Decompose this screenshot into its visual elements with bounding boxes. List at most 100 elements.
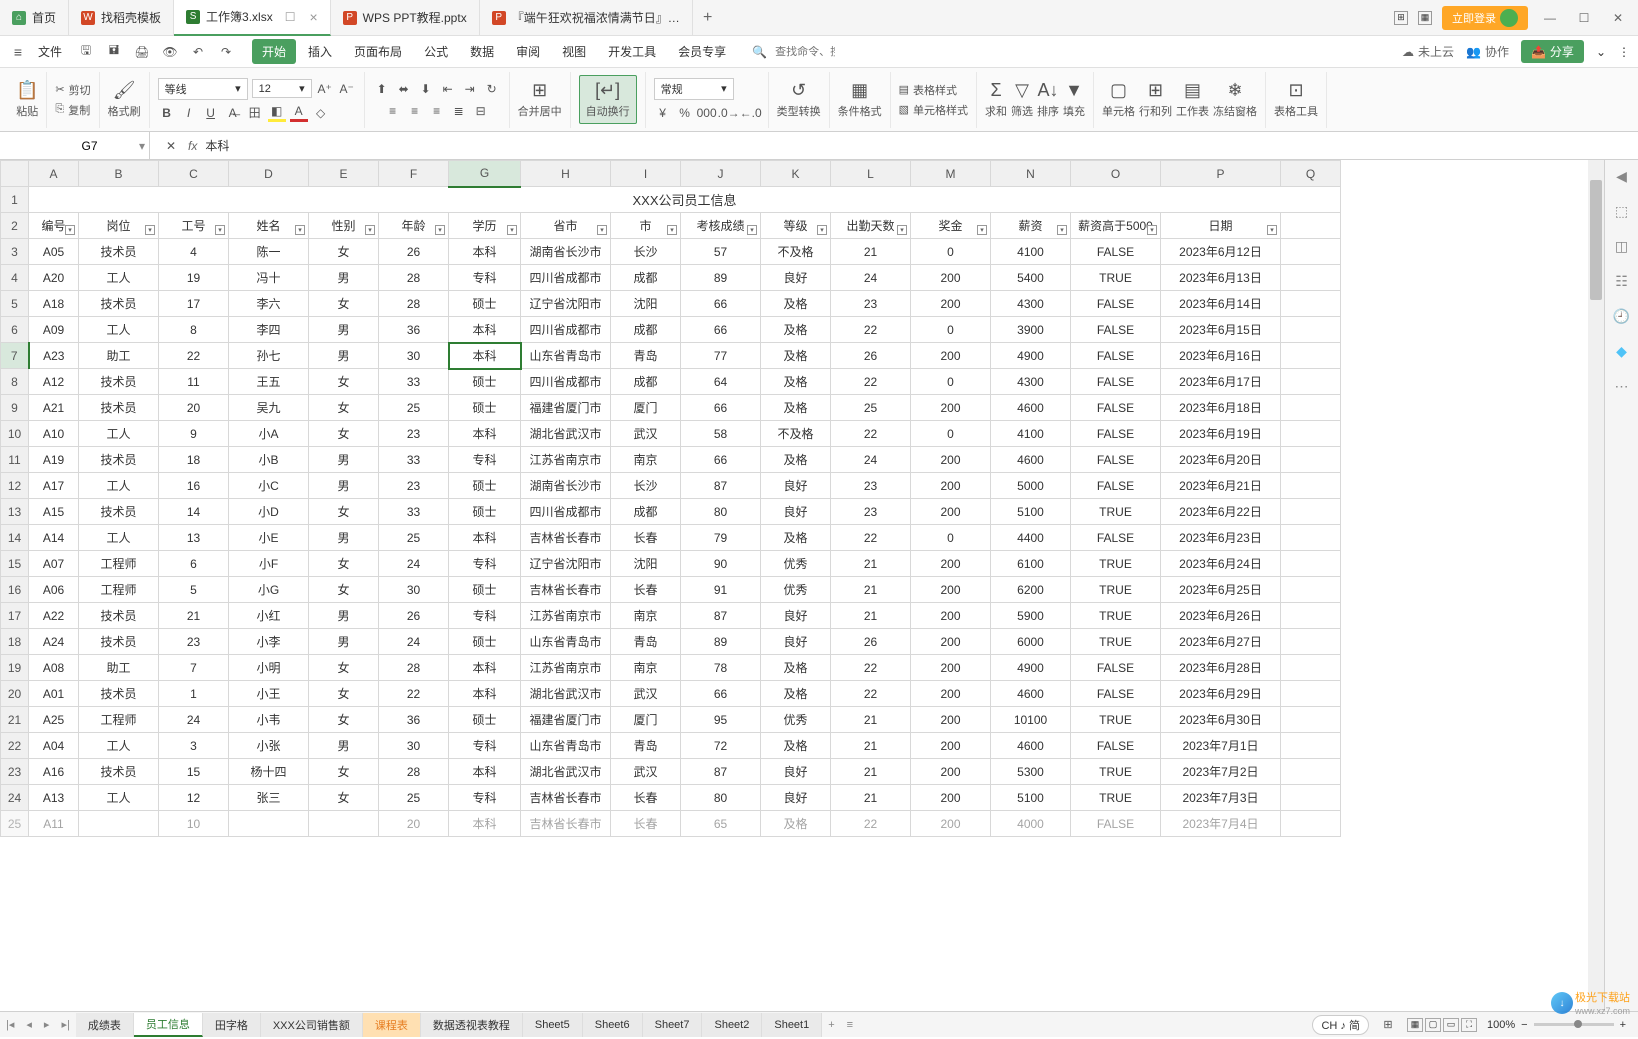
cell[interactable]: 2023年6月28日 — [1161, 655, 1281, 681]
cell[interactable]: 78 — [681, 655, 761, 681]
cell[interactable]: 4 — [159, 239, 229, 265]
cell[interactable]: 26 — [379, 603, 449, 629]
cell[interactable]: A18 — [29, 291, 79, 317]
cell[interactable]: 技术员 — [79, 369, 159, 395]
cell[interactable]: A06 — [29, 577, 79, 603]
copy-button[interactable]: ⎘ 复制 — [55, 101, 90, 119]
cell[interactable]: 女 — [309, 655, 379, 681]
cell[interactable]: 200 — [911, 291, 991, 317]
cell[interactable]: 技术员 — [79, 499, 159, 525]
cell[interactable]: 21 — [831, 551, 911, 577]
cell[interactable]: 女 — [309, 291, 379, 317]
cell[interactable]: 4100 — [991, 421, 1071, 447]
cell[interactable]: 200 — [911, 551, 991, 577]
cell[interactable]: 工人 — [79, 525, 159, 551]
cell[interactable]: 6100 — [991, 551, 1071, 577]
cell[interactable]: 6200 — [991, 577, 1071, 603]
cell[interactable]: 25 — [379, 785, 449, 811]
cell[interactable]: TRUE — [1071, 707, 1161, 733]
cloud-icon[interactable]: ◆ — [1616, 343, 1627, 360]
cell[interactable]: 95 — [681, 707, 761, 733]
vertical-scrollbar[interactable] — [1588, 160, 1604, 1011]
filter-icon[interactable]: ▾ — [1267, 225, 1277, 235]
cell[interactable]: 南京 — [611, 655, 681, 681]
cell[interactable]: 25 — [379, 525, 449, 551]
cell[interactable]: 小韦 — [229, 707, 309, 733]
cell[interactable]: 22 — [831, 317, 911, 343]
cell[interactable]: 79 — [681, 525, 761, 551]
close-icon[interactable]: × — [309, 9, 317, 25]
percent-icon[interactable]: % — [676, 104, 694, 122]
filter-icon[interactable]: ▾ — [817, 225, 827, 235]
cell[interactable]: A21 — [29, 395, 79, 421]
cell[interactable]: 80 — [681, 785, 761, 811]
cell[interactable] — [1281, 343, 1341, 369]
cell[interactable]: 4600 — [991, 447, 1071, 473]
spreadsheet-grid[interactable]: ABCDEFGHIJKLMNOPQ1XXX公司员工信息2编号▾岗位▾工号▾姓名▾… — [0, 160, 1604, 1011]
row-header[interactable]: 21 — [1, 707, 29, 733]
cell[interactable]: 本科 — [449, 239, 521, 265]
column-header-cell[interactable]: 日期▾ — [1161, 213, 1281, 239]
cell[interactable]: 8 — [159, 317, 229, 343]
cell[interactable]: 青岛 — [611, 629, 681, 655]
cell[interactable]: 2023年6月20日 — [1161, 447, 1281, 473]
cell[interactable]: 12 — [159, 785, 229, 811]
cell[interactable]: 200 — [911, 499, 991, 525]
dec-inc-icon[interactable]: .0→ — [720, 104, 738, 122]
title-cell[interactable]: XXX公司员工信息 — [29, 187, 1341, 213]
cell[interactable]: 湖南省长沙市 — [521, 473, 611, 499]
cell[interactable]: 工人 — [79, 317, 159, 343]
cell[interactable]: 沈阳 — [611, 291, 681, 317]
cell[interactable]: 不及格 — [761, 421, 831, 447]
sheet-tab[interactable]: Sheet2 — [702, 1013, 762, 1037]
cell[interactable]: 24 — [379, 551, 449, 577]
cell[interactable]: 80 — [681, 499, 761, 525]
cell[interactable]: 武汉 — [611, 759, 681, 785]
cell[interactable]: 2023年7月4日 — [1161, 811, 1281, 837]
cell[interactable]: 21 — [831, 239, 911, 265]
filter-icon[interactable]: ▾ — [747, 225, 757, 235]
cell[interactable]: 本科 — [449, 421, 521, 447]
row-header[interactable]: 1 — [1, 187, 29, 213]
cell[interactable]: 长春 — [611, 785, 681, 811]
cell[interactable]: 女 — [309, 395, 379, 421]
select-all-corner[interactable] — [1, 161, 29, 187]
cell[interactable]: FALSE — [1071, 369, 1161, 395]
cell[interactable]: 江苏省南京市 — [521, 447, 611, 473]
maximize-button[interactable]: ☐ — [1572, 11, 1596, 25]
row-header[interactable]: 16 — [1, 577, 29, 603]
cell[interactable]: 22 — [831, 681, 911, 707]
cell[interactable]: 辽宁省沈阳市 — [521, 551, 611, 577]
paste-button[interactable]: 📋粘贴 — [16, 80, 38, 119]
cell[interactable]: 南京 — [611, 447, 681, 473]
cell[interactable]: 助工 — [79, 655, 159, 681]
cell[interactable]: 200 — [911, 395, 991, 421]
row-header[interactable]: 13 — [1, 499, 29, 525]
collab-button[interactable]: 👥 协作 — [1466, 43, 1509, 60]
cell[interactable]: 19 — [159, 265, 229, 291]
filter-icon[interactable]: ▾ — [295, 225, 305, 235]
justify-icon[interactable]: ≣ — [450, 102, 468, 120]
align-top-icon[interactable]: ⬆ — [373, 80, 391, 98]
more-icon[interactable]: ⋮ — [1618, 45, 1630, 59]
cell[interactable]: 18 — [159, 447, 229, 473]
cell[interactable]: 长春 — [611, 811, 681, 837]
cell[interactable]: 四川省成都市 — [521, 369, 611, 395]
cell[interactable]: 技术员 — [79, 291, 159, 317]
row-header[interactable]: 3 — [1, 239, 29, 265]
cell[interactable]: 11 — [159, 369, 229, 395]
dec-dec-icon[interactable]: ←.0 — [742, 104, 760, 122]
sheet-tab[interactable]: 田字格 — [203, 1013, 261, 1037]
col-header[interactable]: K — [761, 161, 831, 187]
cell[interactable]: FALSE — [1071, 317, 1161, 343]
cell[interactable]: 小E — [229, 525, 309, 551]
cell[interactable]: 200 — [911, 473, 991, 499]
cell[interactable]: 本科 — [449, 811, 521, 837]
row-header[interactable]: 22 — [1, 733, 29, 759]
cell[interactable]: FALSE — [1071, 525, 1161, 551]
number-format-select[interactable]: 常规▾ — [654, 78, 734, 100]
cell[interactable]: 5300 — [991, 759, 1071, 785]
sheet-list-icon[interactable]: ≡ — [841, 1019, 859, 1031]
cell[interactable]: 孙七 — [229, 343, 309, 369]
cloud-status[interactable]: ☁ 未上云 — [1402, 43, 1454, 60]
